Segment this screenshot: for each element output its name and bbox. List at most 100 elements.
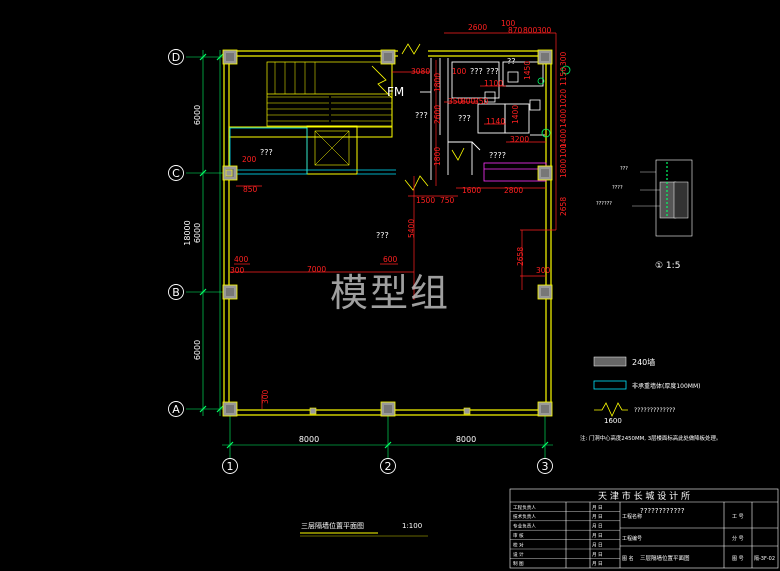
dim-2658a: 2658: [559, 197, 568, 216]
bench: [483, 162, 547, 182]
dim-3080: 3080: [411, 67, 430, 76]
dim-350b: 350: [474, 97, 489, 106]
dim-7000: 7000: [307, 265, 326, 274]
left-dim-2: 6000: [193, 223, 202, 243]
tb-role-date: 月 日: [592, 552, 603, 558]
dim-1500: 1500: [416, 196, 435, 205]
tb-project-label: 工程名称: [622, 513, 642, 520]
dim-1400: 1400: [511, 105, 520, 124]
tb-role-date: 月 日: [592, 524, 603, 530]
dim-right-6: 1800: [559, 159, 568, 178]
tb-role-date: 月 日: [592, 514, 603, 520]
mid-column: [309, 407, 317, 415]
tb-role-date: 月 日: [592, 533, 603, 539]
tb-role-label: 审 核: [513, 532, 524, 539]
tb-role-date: 月 日: [592, 561, 603, 567]
room-label-1: ???: [260, 148, 273, 157]
legend-label-3: ?????????????: [634, 407, 675, 414]
legend-label-1: 240墙: [632, 357, 655, 367]
column-core: [541, 169, 549, 177]
detail-core-2: [673, 181, 689, 219]
dim-right-3: 1400: [559, 109, 568, 128]
tb-role-date: 月 日: [592, 542, 603, 548]
legend-swatch-240: [593, 356, 627, 367]
room-label-5: ???: [486, 67, 499, 76]
detail-core: [659, 181, 677, 219]
tb-name-label: 图 名: [622, 555, 634, 562]
top-wall-opening: [398, 49, 428, 59]
shaft-3: [529, 99, 541, 111]
axis-label-C: C: [172, 167, 180, 180]
tb-sub-label: 工程编号: [622, 535, 642, 542]
dim-2658b: 2658: [516, 247, 525, 266]
drawing-title: 三层隔墙位置平面图: [301, 521, 364, 530]
axis-label-3: 3: [542, 460, 549, 473]
door-zigzag-1: [404, 175, 429, 191]
tb-role-label: 校 对: [513, 541, 524, 548]
detail-label-1: ???: [620, 166, 628, 172]
dim-1600: 1600: [462, 186, 481, 195]
watermark-text: 模型组: [330, 271, 451, 315]
elevator-shaft: [306, 125, 358, 175]
axis-label-A: A: [172, 403, 180, 416]
dim-100: 100: [452, 67, 467, 76]
bottom-dim-1: 8000: [299, 435, 319, 444]
column-core: [541, 53, 549, 61]
bottom-dim-2: 8000: [456, 435, 476, 444]
dim-top-4: 300: [537, 26, 552, 35]
legend-dim: 1600: [604, 417, 622, 425]
room-label-2: ???: [415, 111, 428, 120]
dim-300a: 300: [230, 266, 245, 275]
room-5: [448, 141, 473, 175]
dim-1100: 1100: [484, 79, 503, 88]
dim-300b: 300: [536, 266, 551, 275]
wall-detail: ??? ???? ?????? ① 1:5: [596, 159, 693, 271]
tb-right-1: 分 号: [732, 535, 744, 542]
axis-label-B: B: [172, 286, 180, 299]
fm-label: FM: [387, 85, 404, 99]
dim-1800b: 1800: [433, 147, 442, 166]
shaft-2: [507, 71, 519, 83]
staircase: [266, 61, 393, 127]
mid-column: [463, 407, 471, 415]
door-zigzag-2: [451, 147, 465, 161]
detail-label-2: ????: [612, 185, 623, 191]
tb-role-label: 专业负责人: [513, 523, 536, 530]
dim-750: 750: [440, 196, 455, 205]
detail-scale: ① 1:5: [655, 261, 680, 271]
tb-role-label: 制 图: [513, 560, 524, 567]
tb-role-label: 设 计: [513, 551, 524, 558]
tb-drawing-no: 隔-3F-02: [754, 555, 775, 562]
column-core: [541, 405, 549, 413]
room-label-8: ???: [458, 114, 471, 123]
room-label-3: ???: [470, 67, 483, 76]
room-label-7: ????: [489, 151, 506, 160]
legend-note: 注: 门洞中心高度2450MM, 3层楼面标高此处做降板处理。: [580, 434, 721, 442]
mid-column: [225, 169, 233, 177]
legend-swatch-100: [593, 380, 627, 390]
dim-1140: 1140: [486, 117, 505, 126]
stair-wall: [229, 126, 393, 138]
dim-1800a: 1800: [433, 73, 442, 92]
column-core: [384, 53, 392, 61]
dim-right-0: 300: [559, 51, 568, 66]
dim-2600v: 2600: [433, 105, 442, 124]
dim-right-5: 100: [559, 143, 568, 158]
tb-role-label: 工程负责人: [513, 504, 536, 511]
tb-role-label: 技术负责人: [513, 513, 536, 520]
left-dim-3: 6000: [193, 340, 202, 360]
left-dim-1: 6000: [193, 105, 202, 125]
dim-3200: 3200: [510, 135, 529, 144]
tb-right-0: 工 号: [732, 514, 744, 520]
dim-top-3: 800: [523, 26, 538, 35]
room-5-door: [471, 141, 481, 151]
legend-label-2: 非承重墙体(厚度100MM): [632, 382, 701, 390]
dim-5400: 5400: [407, 219, 416, 238]
dim-top-0: 2600: [468, 23, 487, 32]
drawing-scale: 1:100: [402, 522, 422, 530]
column-core: [384, 405, 392, 413]
tb-name-value: 三层隔墙位置平面图: [640, 554, 690, 562]
axis-label-2: 2: [385, 460, 392, 473]
column-core: [541, 288, 549, 296]
dim-300c: 300: [261, 389, 270, 404]
